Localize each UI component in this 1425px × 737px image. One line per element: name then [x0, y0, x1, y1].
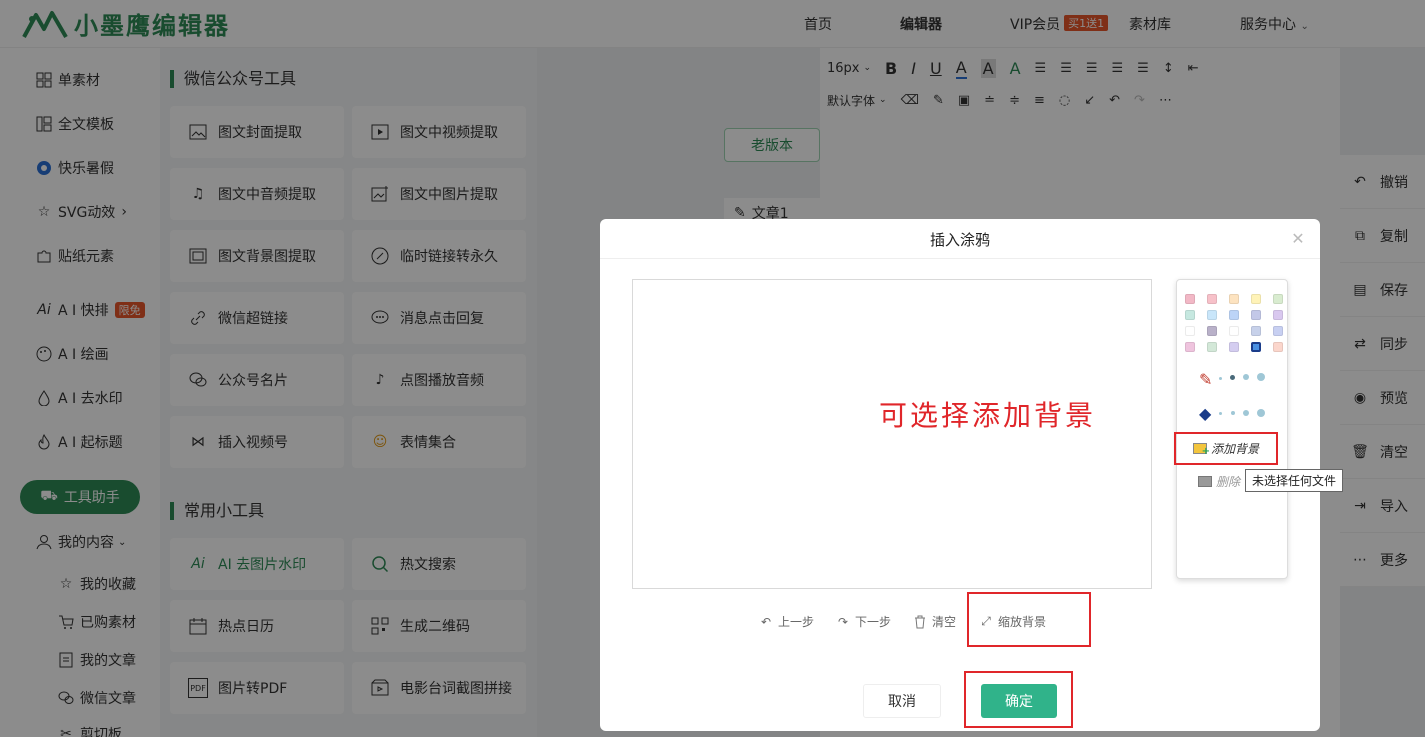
- color-swatch[interactable]: [1229, 310, 1239, 320]
- color-swatch[interactable]: [1185, 326, 1195, 336]
- eraser-size-xs[interactable]: [1219, 412, 1222, 415]
- color-swatch[interactable]: [1273, 310, 1283, 320]
- color-swatch[interactable]: [1207, 310, 1217, 320]
- confirm-button[interactable]: 确定: [981, 684, 1057, 718]
- undo-step-label: 上一步: [778, 615, 815, 629]
- delete-background-button[interactable]: 删除: [1198, 473, 1240, 490]
- color-swatch[interactable]: [1185, 342, 1195, 352]
- color-swatch[interactable]: [1251, 294, 1261, 304]
- brush-size-l[interactable]: [1257, 373, 1265, 381]
- add-background-button[interactable]: + 添加背景: [1174, 432, 1278, 465]
- undo-icon: ↶: [760, 614, 772, 629]
- color-swatch[interactable]: [1273, 326, 1283, 336]
- undo-step-button[interactable]: ↶ 上一步: [758, 613, 814, 630]
- brush-size-s[interactable]: [1230, 375, 1235, 380]
- brush-size-xs[interactable]: [1219, 377, 1222, 380]
- clear-canvas-label: 清空: [932, 615, 957, 629]
- brush-icon[interactable]: ✎: [1199, 370, 1212, 389]
- color-palette-panel: ✎ ◆: [1176, 279, 1288, 579]
- color-swatch[interactable]: [1273, 294, 1283, 304]
- clear-canvas-button[interactable]: 清空: [912, 613, 956, 630]
- insert-doodle-dialog: 插入涂鸦 ✕ 可选择添加背景 ✎ ◆ + 添加背景 删除 未选择任何文件 ↶ 上一…: [600, 219, 1344, 731]
- brush-size-m[interactable]: [1243, 374, 1249, 380]
- doodle-canvas[interactable]: 可选择添加背景: [632, 279, 1152, 589]
- add-background-label: 添加背景: [1210, 442, 1259, 456]
- color-swatch[interactable]: [1229, 326, 1239, 336]
- color-swatch[interactable]: [1251, 342, 1261, 352]
- trash-icon: [912, 614, 928, 630]
- image-delete-icon: [1198, 476, 1212, 487]
- dialog-title: 插入涂鸦: [600, 219, 1320, 259]
- eraser-size-l[interactable]: [1257, 409, 1265, 417]
- color-swatch[interactable]: [1251, 310, 1261, 320]
- delete-background-label: 删除: [1216, 475, 1241, 489]
- color-swatch[interactable]: [1207, 294, 1217, 304]
- color-swatch[interactable]: [1251, 326, 1261, 336]
- eraser-size-s[interactable]: [1231, 411, 1235, 415]
- redo-step-button[interactable]: ↷ 下一步: [835, 613, 891, 630]
- color-swatch[interactable]: [1207, 326, 1217, 336]
- canvas-hint-text: 可选择添加背景: [879, 399, 1097, 432]
- redo-icon: ↷: [837, 614, 849, 629]
- cancel-button[interactable]: 取消: [863, 684, 941, 718]
- eraser-size-m[interactable]: [1243, 410, 1249, 416]
- color-swatch[interactable]: [1229, 294, 1239, 304]
- color-swatch[interactable]: [1185, 310, 1195, 320]
- color-swatch[interactable]: [1229, 342, 1239, 352]
- color-swatch[interactable]: [1207, 342, 1217, 352]
- redo-step-label: 下一步: [855, 615, 892, 629]
- image-add-icon: +: [1192, 443, 1210, 457]
- file-tooltip: 未选择任何文件: [1245, 469, 1344, 492]
- color-swatch[interactable]: [1273, 342, 1283, 352]
- eraser-icon[interactable]: ◆: [1199, 404, 1211, 423]
- color-swatch[interactable]: [1185, 294, 1195, 304]
- close-icon[interactable]: ✕: [1290, 231, 1306, 247]
- highlight-box-zoom: [967, 592, 1091, 647]
